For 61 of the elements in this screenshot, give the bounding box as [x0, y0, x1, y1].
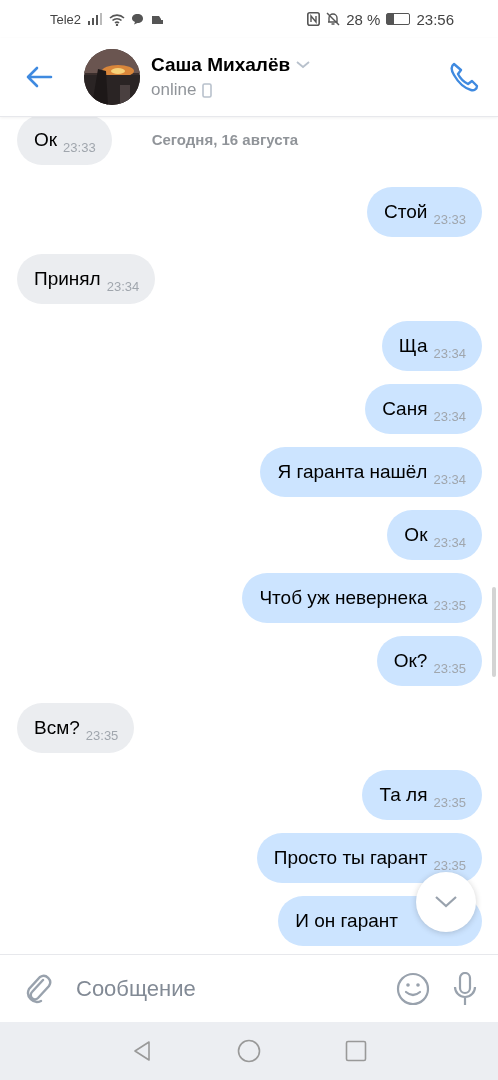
message-time: 23:35: [433, 597, 466, 613]
carrier-name: Tele2: [50, 11, 82, 27]
muted-bell-icon: [326, 12, 341, 26]
clock: 23:56: [416, 10, 454, 28]
nfc-icon: [307, 12, 321, 26]
message-text: Та ля: [379, 784, 428, 806]
battery-icon: [386, 13, 411, 25]
message-time: 23:33: [63, 139, 96, 155]
message-time: 23:33: [433, 211, 466, 227]
back-arrow-icon[interactable]: [24, 65, 54, 89]
message-time: 23:34: [433, 534, 466, 550]
message-text: Всм?: [34, 717, 80, 739]
smiley-icon[interactable]: [396, 971, 430, 1006]
battery-percent: 28 %: [346, 10, 381, 28]
message-text: Просто ты гарант: [273, 847, 428, 869]
message-bubble[interactable]: Я гаранта нашёл 23:34: [260, 447, 482, 497]
message-bubble[interactable]: Ок? 23:35: [376, 636, 482, 686]
signal-icon: [87, 13, 104, 25]
wifi-icon: [109, 12, 126, 26]
home-icon[interactable]: [237, 1039, 261, 1063]
recents-icon[interactable]: [345, 1040, 367, 1062]
message-time: 23:35: [433, 794, 466, 810]
message-bubble[interactable]: Чтоб уж невернека 23:35: [242, 573, 482, 623]
message-bubble[interactable]: Стой 23:33: [367, 187, 482, 237]
message-time: 23:35: [85, 727, 119, 743]
message-text: И он гарант: [295, 910, 398, 932]
message-time: 23:34: [106, 278, 140, 294]
message-bubble[interactable]: Та ля 23:35: [362, 770, 482, 820]
online-status: online: [151, 80, 197, 100]
message-time: 23:35: [433, 660, 466, 676]
message-bubble[interactable]: Ща 23:34: [381, 321, 482, 371]
message-time: 23:34: [433, 408, 466, 424]
chevron-down-icon: [434, 895, 458, 909]
contact-name[interactable]: Саша Михалёв: [151, 54, 291, 76]
message-text: Стой: [384, 201, 428, 223]
message-text: Ща: [398, 335, 428, 357]
message-text: Принял: [34, 268, 101, 290]
message-bubble[interactable]: Принял 23:34: [17, 254, 156, 304]
message-text: Ок?: [393, 650, 428, 672]
paperclip-icon[interactable]: [24, 972, 54, 1005]
message-input[interactable]: Сообщение: [76, 975, 374, 1002]
microphone-icon[interactable]: [452, 971, 478, 1006]
phone-device-icon: [202, 82, 213, 98]
message-time: 23:34: [433, 471, 466, 487]
message-bubble[interactable]: Всм? 23:35: [17, 703, 135, 753]
message-bubble[interactable]: Ок 23:34: [387, 510, 482, 560]
message-text: Ок: [34, 129, 58, 151]
message-time: 23:35: [433, 857, 466, 873]
chevron-down-icon[interactable]: [296, 61, 311, 69]
message-bubble[interactable]: Саня 23:34: [365, 384, 482, 434]
message-text: Ок: [404, 524, 428, 546]
message-bubble[interactable]: Ок 23:33: [17, 117, 112, 165]
phone-icon[interactable]: [448, 61, 480, 93]
date-label: Сегодня, 16 августа: [151, 130, 299, 148]
back-icon[interactable]: [131, 1040, 153, 1062]
message-time: 23:34: [433, 345, 466, 361]
message-text: Я гаранта нашёл: [277, 461, 428, 483]
message-text: Чтоб уж невернека: [259, 587, 428, 609]
message-text: Саня: [382, 398, 428, 420]
chat-icon: [131, 13, 145, 25]
message-bubble[interactable]: Просто ты гарант 23:35: [256, 833, 482, 883]
